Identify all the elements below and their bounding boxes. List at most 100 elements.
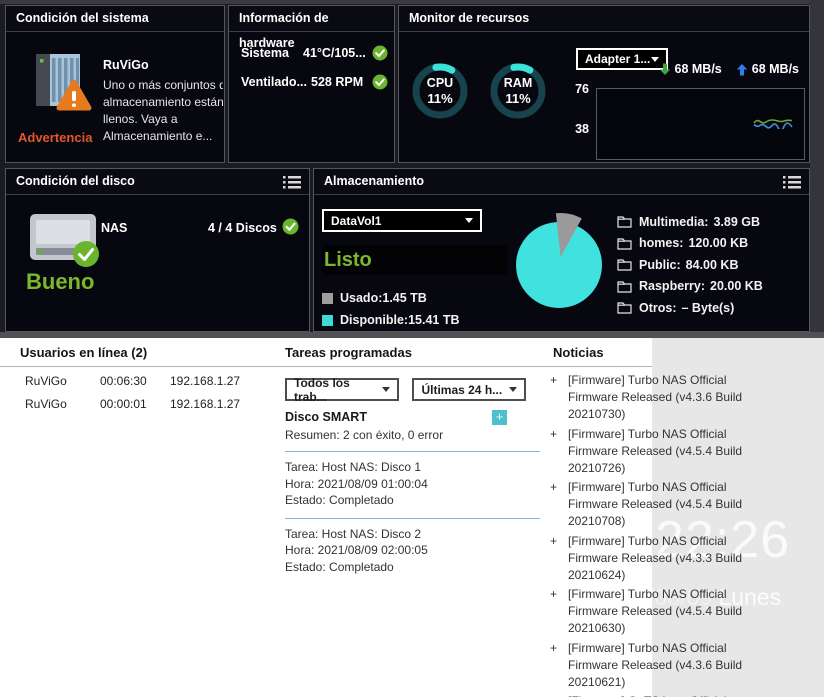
news-bullet: + bbox=[545, 372, 568, 423]
resource-monitor-panel: Monitor de recursos CPU 11% RAM 11% Adap… bbox=[398, 5, 810, 163]
disk-health-panel: Condición del disco NAS 4 / 4 Discos Bue… bbox=[5, 168, 310, 332]
news-link[interactable]: [Firmware] Turbo NAS Official Firmware R… bbox=[568, 479, 779, 530]
task-name: Tarea: Host NAS: Disco 2 bbox=[285, 526, 543, 543]
adapter-dropdown[interactable]: Adapter 1... bbox=[576, 48, 668, 70]
chart-ytick-low: 38 bbox=[567, 122, 589, 136]
folder-name: homes: bbox=[639, 236, 683, 250]
news-bullet: + bbox=[545, 533, 568, 584]
disk-status-label: Bueno bbox=[26, 269, 94, 295]
ram-gauge: RAM 11% bbox=[489, 62, 547, 120]
upload-arrow-icon bbox=[736, 63, 748, 76]
ram-value: 11% bbox=[505, 91, 530, 106]
storage-header: Almacenamiento bbox=[314, 169, 809, 195]
news-item: + [Firmware] Turbo NAS Official Firmware… bbox=[545, 426, 779, 477]
news-link[interactable]: [Firmware] Turbo NAS Official Firmware R… bbox=[568, 640, 779, 691]
hardware-value: 528 RPM bbox=[311, 75, 363, 89]
network-speed-row: 68 MB/s 68 MB/s bbox=[659, 62, 800, 76]
folder-icon bbox=[617, 258, 632, 271]
legend-free: Disponible:15.41 TB bbox=[322, 313, 459, 327]
folder-icon bbox=[617, 280, 632, 293]
cpu-gauge: CPU 11% bbox=[411, 62, 469, 120]
add-task-button[interactable]: + bbox=[492, 410, 507, 425]
header-underline bbox=[280, 366, 546, 367]
list-icon[interactable] bbox=[783, 175, 801, 189]
qnap-dashboard: Condición del sistema Advertencia RuViGo… bbox=[0, 0, 824, 697]
user-name: RuViGo bbox=[25, 374, 100, 388]
bottom-info-section: 22:26 2021/08/09 Lunes Usuarios en línea… bbox=[0, 338, 824, 697]
user-name: RuViGo bbox=[25, 397, 100, 411]
news-item: + [Firmware] Turbo NAS Official Firmware… bbox=[545, 479, 779, 530]
top-edge-strip bbox=[0, 0, 824, 4]
disk-health-header: Condición del disco bbox=[6, 169, 309, 195]
folder-icon bbox=[617, 215, 632, 228]
news-link[interactable]: [Firmware] QuTS hero Official Firmware R… bbox=[568, 693, 779, 697]
folder-size: – Byte(s) bbox=[682, 301, 735, 315]
free-label: Disponible: bbox=[340, 313, 408, 327]
volume-state-label: Listo bbox=[322, 249, 372, 272]
system-info-block: RuViGo Uno o más conjuntos d almacenamie… bbox=[103, 58, 223, 149]
resource-monitor-title: Monitor de recursos bbox=[399, 6, 809, 32]
disk-drive-icon bbox=[28, 206, 104, 268]
desktop-background-strip bbox=[810, 0, 824, 332]
task-type-dropdown[interactable]: Todos los trab... bbox=[285, 378, 399, 401]
task-period-dropdown-value: Últimas 24 h... bbox=[421, 383, 502, 397]
storage-pie-chart bbox=[507, 207, 611, 311]
news-item: + [Firmware] Turbo NAS Official Firmware… bbox=[545, 533, 779, 584]
folder-row: Multimedia: 3.89 GB bbox=[617, 211, 763, 233]
system-health-title: Condición del sistema bbox=[6, 6, 224, 32]
task-item: Tarea: Host NAS: Disco 1 Hora: 2021/08/0… bbox=[285, 459, 543, 509]
folder-row: Public: 84.00 KB bbox=[617, 254, 763, 276]
news-bullet: + bbox=[545, 586, 568, 637]
news-link[interactable]: [Firmware] Turbo NAS Official Firmware R… bbox=[568, 426, 779, 477]
news-link[interactable]: [Firmware] Turbo NAS Official Firmware R… bbox=[568, 533, 779, 584]
cpu-label: CPU bbox=[427, 76, 453, 90]
folder-usage-list: Multimedia: 3.89 GB homes: 120.00 KB Pub… bbox=[617, 211, 763, 319]
device-name: RuViGo bbox=[103, 58, 223, 72]
news-bullet: + bbox=[545, 640, 568, 691]
folder-icon bbox=[617, 237, 632, 250]
folder-icon bbox=[617, 301, 632, 314]
news-item: + [Firmware] Turbo NAS Official Firmware… bbox=[545, 372, 779, 423]
header-underline bbox=[0, 366, 280, 367]
user-row: RuViGo 00:00:01 192.168.1.27 bbox=[25, 397, 240, 411]
task-period-dropdown[interactable]: Últimas 24 h... bbox=[412, 378, 526, 401]
storage-title: Almacenamiento bbox=[324, 174, 424, 188]
task-status: Estado: Completado bbox=[285, 559, 543, 576]
task-item: Tarea: Host NAS: Disco 2 Hora: 2021/08/0… bbox=[285, 526, 543, 576]
free-value: 15.41 TB bbox=[408, 313, 459, 327]
legend-used: Usado:1.45 TB bbox=[322, 291, 427, 305]
news-link[interactable]: [Firmware] Turbo NAS Official Firmware R… bbox=[568, 372, 779, 423]
task-filters: Todos los trab... Últimas 24 h... bbox=[285, 378, 543, 401]
caret-down-icon bbox=[465, 218, 473, 223]
cpu-value: 11% bbox=[427, 91, 452, 106]
task-time: Hora: 2021/08/09 01:00:04 bbox=[285, 476, 543, 493]
hardware-label: Ventilado... bbox=[241, 75, 307, 89]
folder-name: Raspberry: bbox=[639, 279, 705, 293]
folder-size: 84.00 KB bbox=[686, 258, 739, 272]
hardware-info-title: Información de hardware bbox=[229, 6, 394, 32]
ram-label: RAM bbox=[504, 76, 532, 90]
task-time: Hora: 2021/08/09 02:00:05 bbox=[285, 542, 543, 559]
online-users-list: RuViGo 00:06:30 192.168.1.27 RuViGo 00:0… bbox=[25, 374, 240, 420]
news-link[interactable]: [Firmware] Turbo NAS Official Firmware R… bbox=[568, 586, 779, 637]
adapter-dropdown-value: Adapter 1... bbox=[585, 52, 650, 66]
volume-dropdown-value: DataVol1 bbox=[331, 214, 381, 228]
folder-size: 120.00 KB bbox=[688, 236, 748, 250]
caret-down-icon bbox=[509, 387, 517, 392]
volume-state-strip: Listo bbox=[322, 245, 508, 275]
list-icon[interactable] bbox=[283, 175, 301, 189]
volume-dropdown[interactable]: DataVol1 bbox=[322, 209, 482, 232]
online-users-title: Usuarios en línea (2) bbox=[20, 345, 147, 360]
check-circle-icon bbox=[372, 74, 388, 90]
storage-panel: Almacenamiento DataVol1 Listo Usado:1.45… bbox=[313, 168, 810, 332]
user-row: RuViGo 00:06:30 192.168.1.27 bbox=[25, 374, 240, 388]
hardware-row-fan: Ventilado... 528 RPM bbox=[229, 74, 394, 90]
download-arrow-icon bbox=[659, 63, 671, 76]
task-divider bbox=[285, 518, 540, 519]
system-status-label: Advertencia bbox=[18, 130, 92, 145]
system-warning-message: Uno o más conjuntos d almacenamiento est… bbox=[103, 77, 223, 149]
caret-down-icon bbox=[651, 57, 659, 62]
folder-row: Raspberry: 20.00 KB bbox=[617, 276, 763, 298]
folder-name: Multimedia: bbox=[639, 215, 708, 229]
news-item: + [Firmware] Turbo NAS Official Firmware… bbox=[545, 586, 779, 637]
